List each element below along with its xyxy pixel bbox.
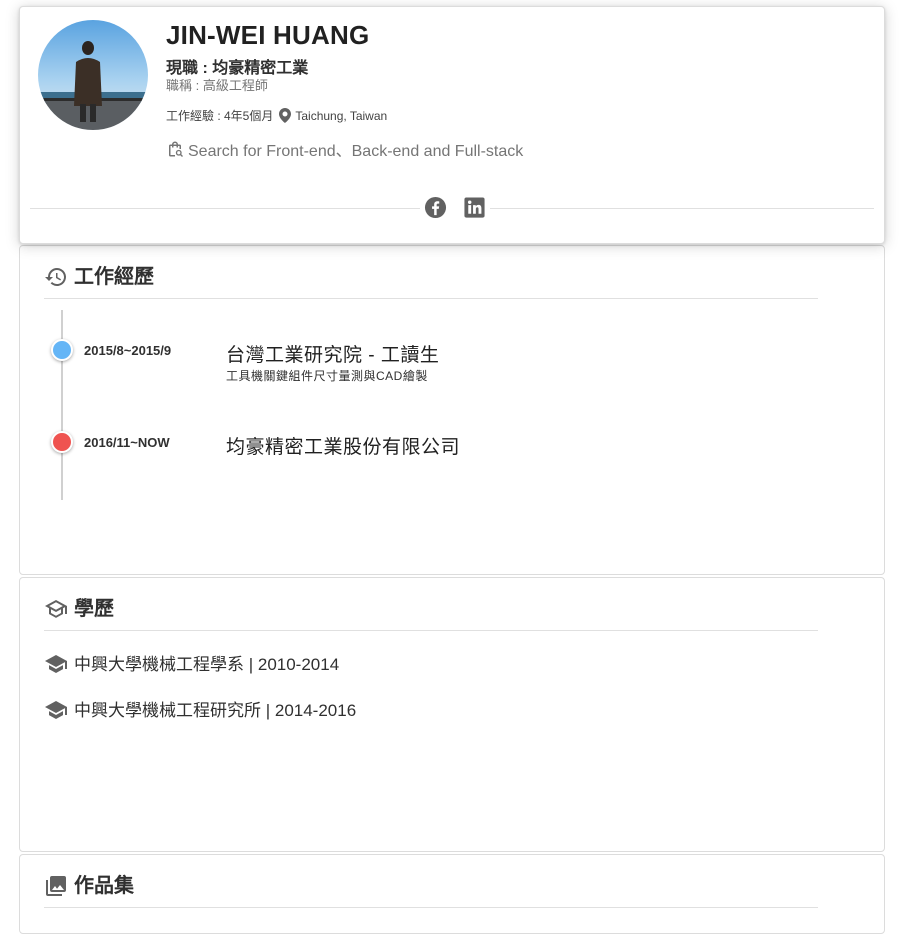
avatar	[38, 20, 148, 130]
timeline-date: 2015/8~2015/9	[84, 343, 172, 358]
profile-card: JIN-WEI HUANG 現職 : 均豪精密工業 職稱 : 高級工程師 工作經…	[19, 6, 885, 244]
portfolio-card: 作品集	[19, 854, 885, 934]
work-section-header: 工作經歷	[44, 260, 154, 289]
location-text: Taichung, Taiwan	[295, 108, 388, 123]
meta-row: 工作經驗 : 4年5個月 Taichung, Taiwan	[166, 107, 387, 124]
search-row: Search for Front-end、Back-end and Full-s…	[166, 137, 523, 161]
history-icon	[44, 265, 68, 289]
graduation-cap-icon	[44, 698, 68, 722]
education-label: 中興大學機械工程學系 | 2010-2014	[74, 654, 340, 674]
timeline-date: 2016/11~NOW	[84, 435, 170, 450]
school-outline-icon	[44, 597, 68, 621]
education-section-title: 學歷	[74, 598, 114, 620]
experience-text: 工作經驗 : 4年5個月	[166, 109, 274, 123]
education-card: 學歷 中興大學機械工程學系 | 2010-2014 中興大學機械工程研究所 | …	[19, 577, 885, 852]
work-section-title: 工作經歷	[74, 266, 154, 288]
timeline-dot-red	[51, 431, 73, 453]
search-text: Search for Front-end、Back-end and Full-s…	[188, 143, 524, 160]
education-section-header: 學歷	[44, 592, 114, 621]
social-links	[420, 196, 490, 219]
portfolio-section-title: 作品集	[74, 875, 134, 897]
photo-library-icon	[44, 874, 68, 898]
portfolio-section-divider	[44, 907, 818, 908]
facebook-icon[interactable]	[424, 196, 447, 219]
portfolio-section-header: 作品集	[44, 869, 134, 898]
education-label: 中興大學機械工程研究所 | 2014-2016	[74, 700, 357, 720]
location-pin-icon	[279, 108, 292, 123]
linkedin-icon[interactable]	[463, 196, 486, 219]
job-title: 職稱 : 高級工程師	[166, 78, 268, 93]
profile-name: JIN-WEI HUANG	[166, 20, 370, 50]
timeline-dot-blue	[51, 339, 73, 361]
education-item: 中興大學機械工程學系 | 2010-2014	[44, 648, 339, 676]
graduation-cap-icon	[44, 652, 68, 676]
timeline-description: 工具機關鍵組件尺寸量測與CAD繪製	[226, 369, 428, 383]
education-section-divider	[44, 630, 818, 631]
timeline-company: 均豪精密工業股份有限公司	[226, 437, 461, 458]
work-section-divider	[44, 298, 818, 299]
work-experience-card: 工作經歷 2015/8~2015/9 台灣工業研究院 - 工讀生 工具機關鍵組件…	[19, 245, 885, 575]
education-item: 中興大學機械工程研究所 | 2014-2016	[44, 694, 356, 722]
shopping-search-icon	[166, 140, 184, 158]
timeline-company: 台灣工業研究院 - 工讀生	[226, 345, 440, 366]
